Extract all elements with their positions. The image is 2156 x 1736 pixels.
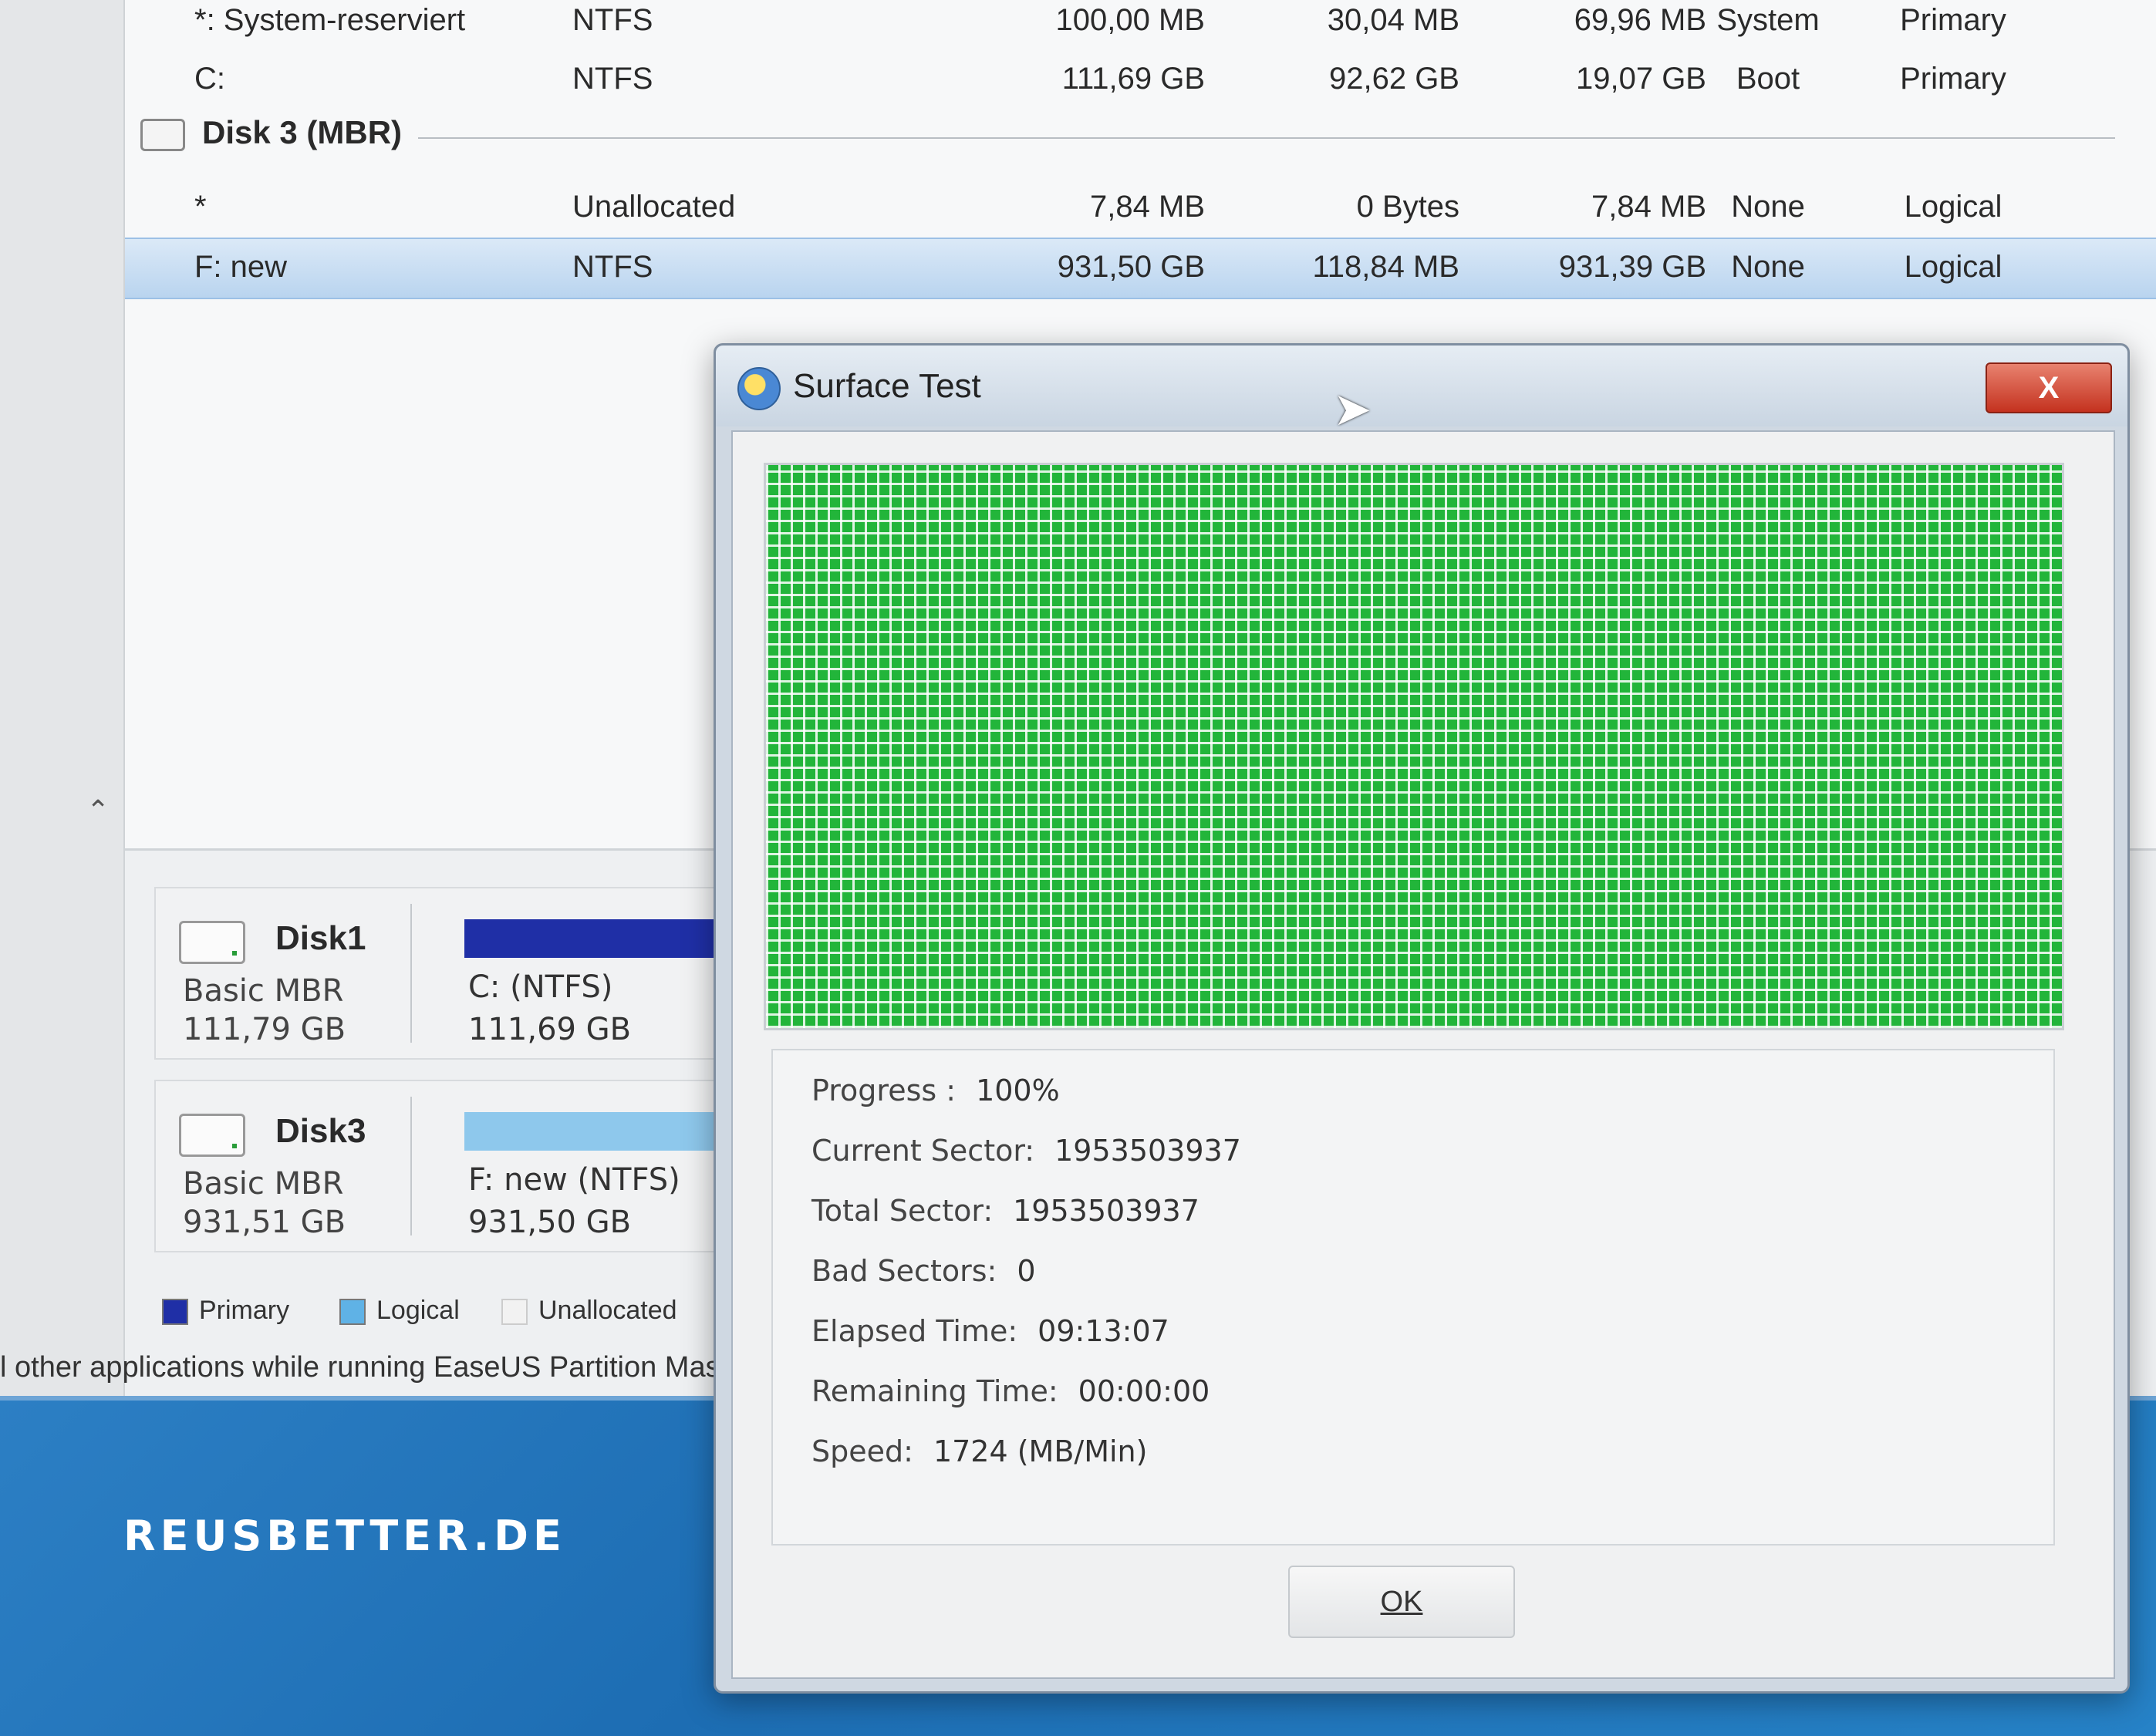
legend-logical: Logical xyxy=(339,1296,460,1326)
partition-size: 111,69 GB xyxy=(468,1012,632,1047)
used: 30,04 MB xyxy=(1327,3,1459,37)
logical-swatch-icon xyxy=(339,1299,366,1326)
partition-name: F: new xyxy=(194,250,288,284)
divider xyxy=(410,904,412,1043)
elapsed-time-row: Elapsed Time: 09:13:07 xyxy=(811,1314,1169,1348)
dialog-client-area: Progress :100% Current Sector: 1953503937… xyxy=(731,430,2115,1679)
partition-name: *: System-reserviert xyxy=(194,3,466,37)
total-sector-row: Total Sector: 1953503937 xyxy=(811,1194,1199,1228)
used: 0 Bytes xyxy=(1356,190,1459,224)
disk-size: 931,51 GB xyxy=(183,1205,346,1240)
used: 92,62 GB xyxy=(1328,62,1459,96)
table-row[interactable]: C: NTFS 111,69 GB 92,62 GB 19,07 GB Boot… xyxy=(125,51,2156,110)
divider xyxy=(410,1097,412,1235)
hard-disk-icon xyxy=(179,921,245,964)
group-divider xyxy=(418,137,2115,139)
unused: 7,84 MB xyxy=(1591,190,1706,224)
status: None xyxy=(1731,190,1805,224)
status-bar-text: l other applications while running EaseU… xyxy=(0,1351,745,1384)
disk3-group-header: Disk 3 (MBR) xyxy=(133,108,2138,162)
dialog-title: Surface Test xyxy=(793,367,981,405)
table-row-selected[interactable]: F: new NTFS 931,50 GB 118,84 MB 931,39 G… xyxy=(125,238,2156,299)
surface-test-dialog: Surface Test ➤ X Progress :100% Current … xyxy=(714,343,2130,1694)
current-sector-row: Current Sector: 1953503937 xyxy=(811,1134,1241,1168)
partition-label: C: (NTFS) xyxy=(468,969,613,1005)
progress-row: Progress :100% xyxy=(811,1074,1060,1107)
legend-primary: Primary xyxy=(162,1296,289,1326)
unused: 69,96 MB xyxy=(1574,3,1706,37)
speed-value: 1724 (MB/Min) xyxy=(933,1434,1148,1468)
collapse-up-icon[interactable]: ⌃ xyxy=(86,794,110,827)
partition-name: * xyxy=(194,190,207,224)
disk-card-disk1[interactable]: Disk1 Basic MBR 111,79 GB C: (NTFS) 111,… xyxy=(154,887,720,1060)
left-pane: ⌃ xyxy=(0,0,125,1396)
file-system: Unallocated xyxy=(572,190,736,224)
unused: 931,39 GB xyxy=(1558,250,1706,284)
capacity: 100,00 MB xyxy=(1055,3,1205,37)
total-sector-value: 1953503937 xyxy=(1013,1194,1199,1228)
used: 118,84 MB xyxy=(1312,250,1460,284)
type: Logical xyxy=(1904,190,2002,224)
speed-row: Speed: 1724 (MB/Min) xyxy=(811,1434,1148,1468)
partition-bar[interactable] xyxy=(464,919,719,958)
unused: 19,07 GB xyxy=(1575,62,1706,96)
test-info-panel: Progress :100% Current Sector: 1953503937… xyxy=(771,1049,2055,1546)
disk-name: Disk3 xyxy=(275,1112,366,1150)
unallocated-swatch-icon xyxy=(501,1299,528,1326)
partition-size: 931,50 GB xyxy=(468,1205,632,1240)
status: Boot xyxy=(1736,62,1800,96)
elapsed-time-value: 09:13:07 xyxy=(1038,1314,1169,1348)
capacity: 7,84 MB xyxy=(1090,190,1205,224)
disk-type: Basic MBR xyxy=(183,1166,344,1202)
type: Logical xyxy=(1904,250,2002,284)
hard-disk-icon xyxy=(179,1114,245,1157)
disk-card-disk3[interactable]: Disk3 Basic MBR 931,51 GB F: new (NTFS) … xyxy=(154,1080,720,1252)
disk-name: Disk1 xyxy=(275,919,366,957)
file-system: NTFS xyxy=(572,62,653,96)
table-row[interactable]: * Unallocated 7,84 MB 0 Bytes 7,84 MB No… xyxy=(125,179,2156,238)
capacity: 931,50 GB xyxy=(1057,250,1205,284)
partition-label: F: new (NTFS) xyxy=(468,1162,680,1198)
mouse-cursor-icon: ➤ xyxy=(1333,383,1372,435)
table-row[interactable]: *: System-reserviert NTFS 100,00 MB 30,0… xyxy=(125,0,2156,51)
remaining-time-row: Remaining Time: 00:00:00 xyxy=(811,1374,1210,1408)
file-system: NTFS xyxy=(572,3,653,37)
current-sector-value: 1953503937 xyxy=(1054,1134,1241,1168)
partition-name: C: xyxy=(194,62,225,96)
dialog-titlebar[interactable]: Surface Test ➤ X xyxy=(716,346,2127,435)
status: System xyxy=(1716,3,1820,37)
bad-sectors-row: Bad Sectors: 0 xyxy=(811,1254,1036,1288)
disk-type: Basic MBR xyxy=(183,973,344,1009)
file-system: NTFS xyxy=(572,250,653,284)
hard-disk-icon xyxy=(140,119,185,151)
type: Primary xyxy=(1900,3,2006,37)
status: None xyxy=(1731,250,1805,284)
bad-sectors-value: 0 xyxy=(1017,1254,1036,1288)
progress-value: 100% xyxy=(976,1074,1060,1107)
legend-unallocated: Unallocated xyxy=(501,1296,677,1326)
type: Primary xyxy=(1900,62,2006,96)
disk3-label: Disk 3 (MBR) xyxy=(202,114,403,150)
capacity: 111,69 GB xyxy=(1061,62,1205,96)
remaining-time-value: 00:00:00 xyxy=(1078,1374,1210,1408)
app-icon xyxy=(737,367,781,410)
close-button[interactable]: X xyxy=(1986,362,2112,413)
ok-button[interactable]: OK xyxy=(1288,1566,1515,1638)
sector-map xyxy=(764,463,2064,1030)
primary-swatch-icon xyxy=(162,1299,188,1326)
watermark: REUSBETTER.DE xyxy=(123,1512,566,1560)
partition-bar[interactable] xyxy=(464,1112,719,1151)
disk-size: 111,79 GB xyxy=(183,1012,346,1047)
